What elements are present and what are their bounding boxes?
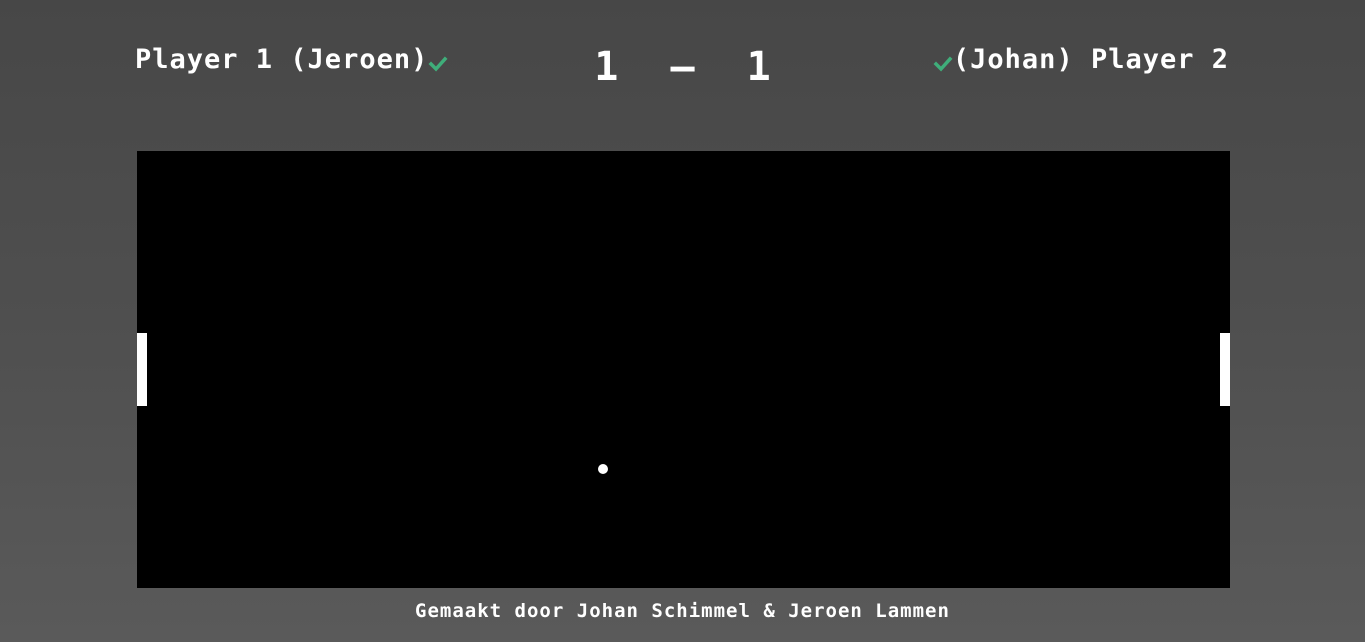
game-board[interactable] xyxy=(137,151,1230,588)
credits-footer: Gemaakt door Johan Schimmel & Jeroen Lam… xyxy=(415,600,950,622)
player-1-score: 1 xyxy=(594,44,619,90)
player-2-label: (Johan) Player 2 xyxy=(933,44,1229,75)
right-paddle xyxy=(1220,333,1230,406)
score-separator: – xyxy=(670,44,695,90)
player-2-name: (Johan) Player 2 xyxy=(952,44,1229,75)
player-2-score: 1 xyxy=(746,44,771,90)
scoreboard-header: Player 1 (Jeroen) 1 – 1 (Johan) Player 2 xyxy=(0,0,1365,120)
ball xyxy=(598,464,608,474)
player-2-ready-check-icon xyxy=(933,54,953,74)
left-paddle xyxy=(137,333,147,406)
